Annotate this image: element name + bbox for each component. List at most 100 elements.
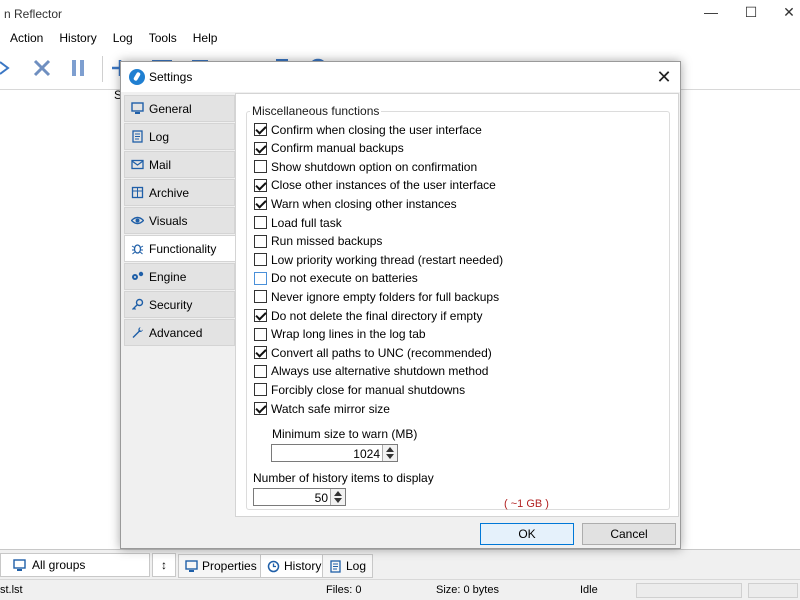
nav-mail[interactable]: Mail <box>124 151 235 178</box>
history-items-value: 50 <box>314 491 328 505</box>
nav-security[interactable]: Security <box>124 291 235 318</box>
menu-help[interactable]: Help <box>193 31 218 45</box>
monitor-icon <box>185 559 198 572</box>
sort-button[interactable]: ↕ <box>152 553 176 577</box>
tab-history[interactable]: History <box>260 554 329 578</box>
spin-up-icon[interactable] <box>386 447 394 452</box>
nav-log-label: Log <box>149 129 170 144</box>
checkbox[interactable] <box>254 160 267 174</box>
checkbox[interactable] <box>254 346 267 360</box>
option-label: Forcibly close for manual shutdowns <box>271 382 466 397</box>
option-label: Low priority working thread (restart nee… <box>271 252 504 267</box>
minimize-icon[interactable]: — <box>700 4 722 22</box>
checkbox[interactable] <box>254 253 267 267</box>
close-window-icon[interactable]: ✕ <box>778 4 800 22</box>
option-warn-closing-instances[interactable]: Warn when closing other instances <box>254 195 457 212</box>
app-title: n Reflector <box>4 7 63 21</box>
menu-history[interactable]: History <box>59 31 96 45</box>
status-file: st.lst <box>0 584 23 596</box>
min-size-value: 1024 <box>353 447 380 461</box>
wrench-icon <box>132 327 143 338</box>
checkbox[interactable] <box>254 216 267 229</box>
option-label: Run missed backups <box>271 234 383 249</box>
mail-icon <box>131 159 144 170</box>
option-watch-mirror-size[interactable]: Watch safe mirror size <box>254 400 390 417</box>
option-low-priority-thread[interactable]: Low priority working thread (restart nee… <box>254 251 503 268</box>
forward-arrow-icon[interactable] <box>0 56 18 80</box>
checkbox[interactable] <box>254 271 267 285</box>
option-convert-unc[interactable]: Convert all paths to UNC (recommended) <box>254 344 492 361</box>
option-no-execute-batteries[interactable]: Do not execute on batteries <box>254 270 418 287</box>
nav-archive[interactable]: Archive <box>124 179 235 206</box>
archive-icon <box>131 186 144 199</box>
group-title: Miscellaneous functions <box>250 104 382 118</box>
spin-down-icon[interactable] <box>386 454 394 459</box>
min-size-spin-buttons[interactable] <box>382 445 397 461</box>
history-icon <box>267 560 280 572</box>
menu-tools[interactable]: Tools <box>149 31 177 45</box>
ok-button[interactable]: OK <box>480 523 574 545</box>
checkbox[interactable] <box>254 402 267 415</box>
nav-functionality[interactable]: Functionality <box>124 235 238 262</box>
option-show-shutdown[interactable]: Show shutdown option on confirmation <box>254 158 477 175</box>
close-icon[interactable]: ✕ <box>652 65 676 89</box>
nav-mail-label: Mail <box>149 157 172 172</box>
nav-engine[interactable]: Engine <box>124 263 235 290</box>
spin-down-icon[interactable] <box>334 498 342 503</box>
min-size-label: Minimum size to warn (MB) <box>272 427 418 441</box>
checkbox[interactable] <box>254 234 267 248</box>
option-label: Close other instances of the user interf… <box>271 178 496 193</box>
functionality-panel: Miscellaneous functions Confirm when clo… <box>235 93 679 517</box>
option-label: Confirm manual backups <box>271 141 404 156</box>
spin-up-icon[interactable] <box>334 491 342 496</box>
checkbox[interactable] <box>254 197 267 211</box>
option-alternative-shutdown[interactable]: Always use alternative shutdown method <box>254 363 488 380</box>
tab-history-label: History <box>284 559 322 573</box>
nav-visuals[interactable]: Visuals <box>124 207 235 234</box>
history-spin-buttons[interactable] <box>330 489 345 505</box>
checkbox[interactable] <box>254 290 267 304</box>
groups-selector[interactable]: All groups <box>0 553 150 577</box>
history-items-spinner[interactable]: 50 <box>253 488 346 506</box>
key-icon <box>132 298 144 310</box>
checkbox[interactable] <box>254 383 267 397</box>
eye-icon <box>131 216 144 225</box>
nav-security-label: Security <box>149 297 193 312</box>
nav-archive-label: Archive <box>149 185 190 200</box>
status-extra <box>748 583 798 598</box>
dialog-title: Settings <box>149 70 193 84</box>
option-never-ignore-empty-folders[interactable]: Never ignore empty folders for full back… <box>254 288 499 305</box>
checkbox[interactable] <box>254 309 267 322</box>
maximize-icon[interactable]: ☐ <box>740 4 762 22</box>
tab-log[interactable]: Log <box>322 554 374 578</box>
nav-general[interactable]: General <box>124 95 235 122</box>
option-load-full-task[interactable]: Load full task <box>254 214 342 231</box>
history-items-label: Number of history items to display <box>253 471 434 485</box>
option-wrap-log-lines[interactable]: Wrap long lines in the log tab <box>254 326 426 343</box>
checkbox[interactable] <box>254 364 267 378</box>
option-run-missed-backups[interactable]: Run missed backups <box>254 233 382 250</box>
cancel-button[interactable]: Cancel <box>582 523 676 545</box>
checkbox[interactable] <box>254 123 267 136</box>
option-confirm-manual-backups[interactable]: Confirm manual backups <box>254 140 404 157</box>
status-progress <box>636 583 742 598</box>
menu-action[interactable]: Action <box>10 31 43 45</box>
cancel-x-icon[interactable] <box>30 56 54 80</box>
checkbox[interactable] <box>254 141 267 155</box>
nav-general-label: General <box>149 101 192 116</box>
checkbox[interactable] <box>254 178 267 192</box>
tab-properties[interactable]: Properties <box>178 554 264 578</box>
nav-advanced[interactable]: Advanced <box>124 319 235 346</box>
option-label: Watch safe mirror size <box>271 401 390 416</box>
option-close-other-instances[interactable]: Close other instances of the user interf… <box>254 177 496 194</box>
sort-glyph: ↕ <box>161 558 167 572</box>
menu-log[interactable]: Log <box>113 31 133 45</box>
option-confirm-close-ui[interactable]: Confirm when closing the user interface <box>254 121 482 138</box>
option-keep-final-directory[interactable]: Do not delete the final directory if emp… <box>254 307 482 324</box>
option-label: Convert all paths to UNC (recommended) <box>271 345 492 360</box>
checkbox[interactable] <box>254 327 267 341</box>
min-size-spinner[interactable]: 1024 <box>271 444 398 462</box>
pause-icon[interactable] <box>66 56 90 80</box>
nav-log[interactable]: Log <box>124 123 235 150</box>
option-forcibly-close[interactable]: Forcibly close for manual shutdowns <box>254 381 465 398</box>
